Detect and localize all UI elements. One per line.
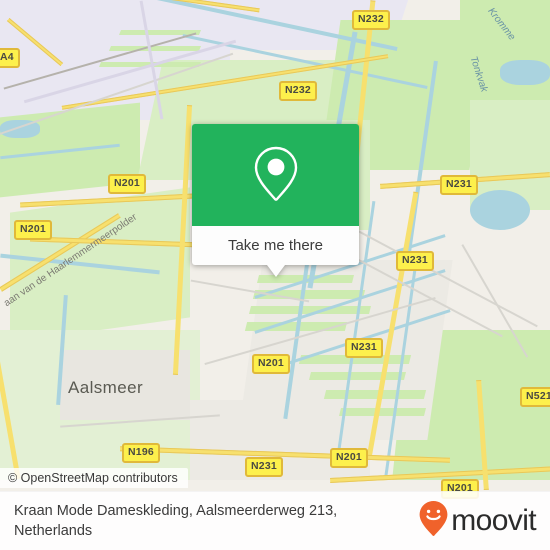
road-shield-n196[interactable]: N196 bbox=[122, 443, 160, 463]
road-shield-n201-c[interactable]: N201 bbox=[252, 354, 290, 374]
road-shield-n201-d[interactable]: N201 bbox=[330, 448, 368, 468]
moovit-wordmark: moovit bbox=[451, 504, 536, 537]
map-screen: Aalsmeer aan van de Haarlemmermeerpolder… bbox=[0, 0, 550, 550]
road-shield-n231-d[interactable]: N231 bbox=[245, 457, 283, 477]
popup-image-panel bbox=[192, 124, 359, 226]
map-greenhouse-strip bbox=[323, 390, 427, 399]
take-me-there-button[interactable]: Take me there bbox=[192, 226, 359, 265]
map-greenhouse-strip bbox=[339, 408, 426, 416]
road-shield-n201-b[interactable]: N201 bbox=[14, 220, 52, 240]
road-shield-n232-a[interactable]: N232 bbox=[279, 81, 317, 101]
footer-bar: Kraan Mode Dameskleding, Aalsmeerderweg … bbox=[0, 491, 550, 550]
map-pin-icon bbox=[249, 142, 303, 209]
road-shield-a4[interactable]: A4 bbox=[0, 48, 20, 68]
road-shield-n231-c[interactable]: N231 bbox=[345, 338, 383, 358]
road-shield-n232-b[interactable]: N232 bbox=[352, 10, 390, 30]
map-label-city: Aalsmeer bbox=[68, 378, 144, 397]
road-shield-n231-a[interactable]: N231 bbox=[440, 175, 478, 195]
map-greenhouse-strip bbox=[309, 372, 406, 380]
map-attribution[interactable]: © OpenStreetMap contributors bbox=[0, 468, 188, 488]
map-water-body bbox=[470, 190, 530, 230]
road-shield-n201-a[interactable]: N201 bbox=[108, 174, 146, 194]
place-title: Kraan Mode Dameskleding, Aalsmeerderweg … bbox=[14, 503, 338, 539]
location-popup[interactable]: Take me there bbox=[192, 124, 359, 277]
road-shield-n231-b[interactable]: N231 bbox=[396, 251, 434, 271]
popup-tail bbox=[266, 265, 285, 277]
map-water-body bbox=[500, 60, 550, 85]
moovit-smiley-pin-icon bbox=[418, 500, 449, 542]
road-shield-n521[interactable]: N521 bbox=[520, 387, 550, 407]
map-greenhouse-strip bbox=[108, 46, 202, 51]
moovit-logo[interactable]: moovit bbox=[418, 500, 537, 542]
